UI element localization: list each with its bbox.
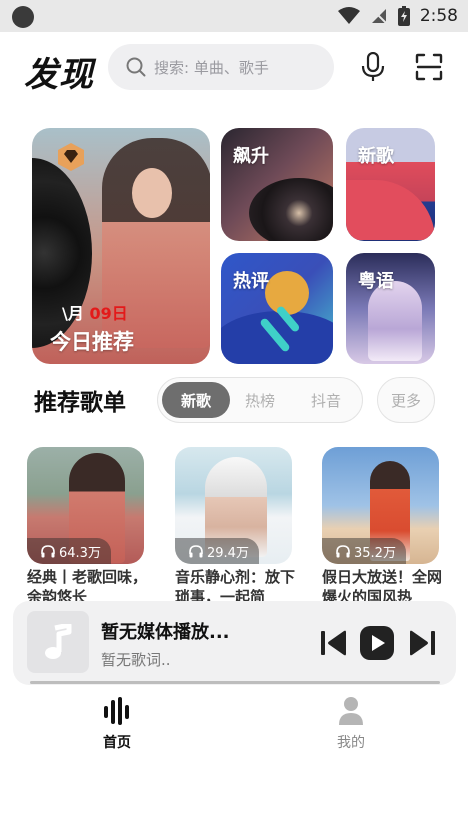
player-title: 暂无媒体播放... [101, 622, 230, 643]
skip-previous-icon [321, 630, 346, 656]
next-button[interactable] [407, 625, 437, 661]
chart-hot-label: 热评 [233, 271, 269, 292]
daily-day: 09日 [89, 304, 128, 323]
chart-new-label: 新歌 [358, 146, 394, 167]
play-count-badge: 35.2万 [322, 538, 406, 564]
playlist-title[interactable]: 假日大放送！全网爆火的国风热 [322, 567, 444, 603]
wifi-icon [337, 7, 360, 24]
nav-mine-label: 我的 [337, 735, 365, 751]
player-artwork [27, 611, 89, 673]
playlist-tabs: 新歌 热榜 抖音 [157, 377, 363, 423]
chart-rising-label: 飙升 [233, 146, 269, 167]
player-progress-bar[interactable] [30, 681, 440, 684]
play-count: 29.4万 [207, 545, 249, 561]
hot-cover-sun [265, 271, 309, 315]
status-time: 2:58 [419, 6, 458, 26]
scan-button[interactable] [414, 52, 444, 82]
play-button[interactable] [359, 625, 395, 661]
search-input[interactable]: 搜索: 单曲、歌手 [108, 44, 334, 90]
play-count-badge: 64.3万 [27, 538, 111, 564]
scan-icon [415, 53, 443, 81]
chart-canto-label: 粤语 [358, 271, 394, 292]
sound-wave-icon [104, 697, 129, 725]
voice-search-button[interactable] [358, 50, 388, 84]
playlist-title[interactable]: 经典丨老歌回味，余韵悠长 [27, 567, 149, 603]
headphones-icon [189, 544, 203, 557]
tab-new[interactable]: 新歌 [162, 382, 230, 418]
page-title: 发现 [24, 55, 94, 95]
header: 发现 搜索: 单曲、歌手 [0, 42, 468, 95]
status-icons: 2:58 [337, 4, 458, 28]
nav-home[interactable]: 首页 [77, 696, 157, 752]
turntable-image [249, 178, 333, 241]
play-count: 64.3万 [59, 545, 101, 561]
daily-title: 今日推荐 [50, 330, 134, 354]
notification-dot-icon [12, 6, 34, 28]
more-button[interactable]: 更多 [377, 377, 435, 423]
play-icon [360, 626, 394, 660]
skip-next-icon [410, 630, 435, 656]
nav-mine[interactable]: 我的 [311, 696, 391, 752]
previous-button[interactable] [319, 625, 349, 661]
diamond-badge-icon [58, 143, 84, 171]
microphone-icon [361, 52, 385, 81]
play-count: 35.2万 [354, 545, 396, 561]
no-signal-icon [370, 7, 388, 25]
playlist-cover[interactable]: 35.2万 [322, 447, 439, 564]
play-count-badge: 29.4万 [175, 538, 259, 564]
search-icon [126, 57, 146, 77]
playlist-title[interactable]: 音乐静心剂：放下琐事，一起简 [175, 567, 297, 603]
chart-hot-card[interactable]: 热评 [221, 253, 333, 364]
music-note-icon [45, 624, 72, 659]
mini-player[interactable]: 暂无媒体播放... 暂无歌词.. [13, 601, 456, 685]
battery-charging-icon [397, 6, 410, 26]
tab-hot[interactable]: 热榜 [226, 382, 294, 418]
canto-cover-photo [368, 281, 422, 361]
new-cover-art [346, 180, 435, 240]
tab-douyin[interactable]: 抖音 [292, 382, 360, 418]
player-lyrics: 暂无歌词.. [101, 651, 171, 669]
user-icon [339, 697, 363, 725]
daily-date: \月 09日 [62, 300, 128, 324]
daily-month: \月 [62, 304, 84, 323]
playlist-cover[interactable]: 64.3万 [27, 447, 144, 564]
headphones-icon [336, 544, 350, 557]
section-title: 推荐歌单 [34, 390, 126, 416]
chart-new-card[interactable]: 新歌 [346, 128, 435, 241]
chart-rising-card[interactable]: 飙升 [221, 128, 333, 241]
playlist-cover[interactable]: 29.4万 [175, 447, 292, 564]
chart-canto-card[interactable]: 粤语 [346, 253, 435, 364]
bottom-nav: 首页 我的 [0, 690, 468, 760]
status-bar: 2:58 [0, 0, 468, 32]
search-placeholder: 搜索: 单曲、歌手 [154, 58, 269, 77]
cover-face [132, 168, 172, 218]
nav-home-label: 首页 [103, 735, 131, 751]
headphones-icon [41, 544, 55, 557]
